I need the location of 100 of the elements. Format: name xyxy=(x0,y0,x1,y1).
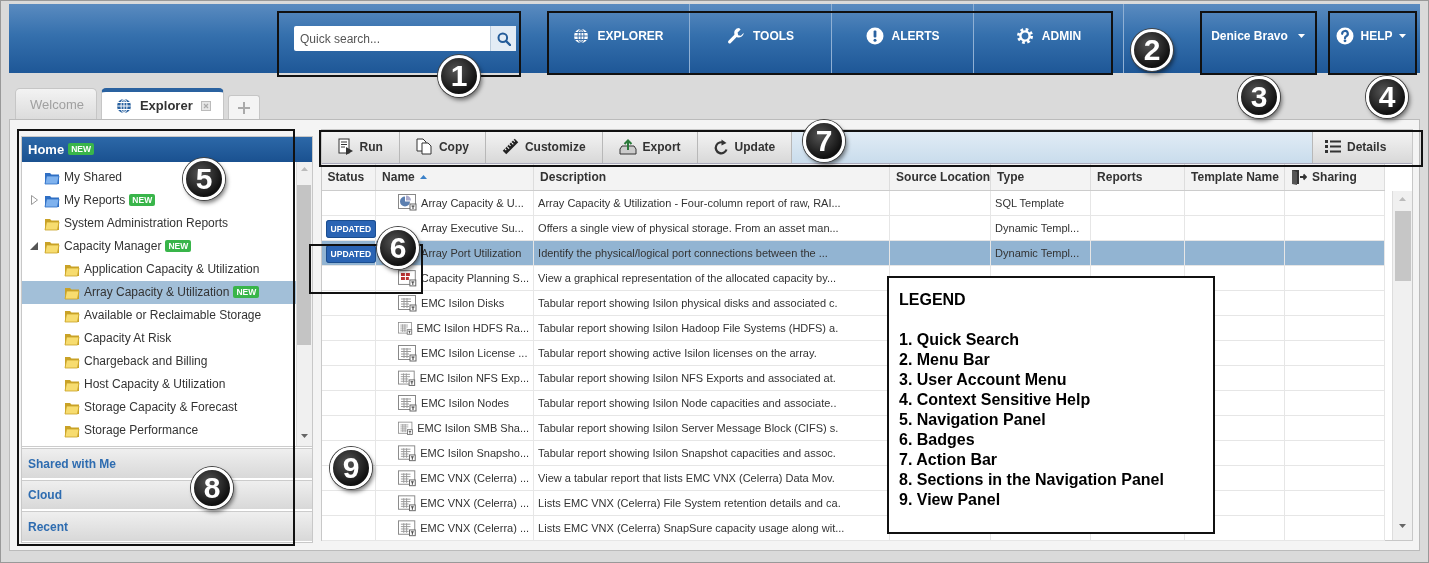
callout-number: 4 xyxy=(1366,76,1408,118)
table-icon xyxy=(398,319,413,337)
new-badge: NEW xyxy=(68,143,94,156)
table-cell: Tabular report showing Isilon Node capacities and associate.. xyxy=(538,397,837,409)
report-name: EMC Isilon Disks xyxy=(421,297,505,309)
user-menu[interactable]: Denice Bravo xyxy=(1200,4,1316,73)
updated-badge: UPDATED xyxy=(325,220,377,238)
report-name: EMC Isilon Nodes xyxy=(421,397,510,409)
toolbar-button[interactable]: Update xyxy=(697,130,793,163)
home-header[interactable]: Home NEW xyxy=(22,137,312,162)
table-cell: Tabular report showing active Isilon licenses on the array. xyxy=(538,347,817,359)
table-icon xyxy=(398,469,417,487)
search-button[interactable] xyxy=(490,26,516,51)
table-cell: Tabular report showing Isilon NFS Exports and associated at. xyxy=(538,372,836,384)
scrollbar[interactable] xyxy=(1392,190,1412,540)
report-name: EMC VNX (Celerra) ... xyxy=(420,472,530,484)
door-arrow-icon xyxy=(1291,168,1308,185)
tree-item[interactable]: My Reports NEW xyxy=(22,188,156,212)
scroll-up-icon[interactable] xyxy=(1399,196,1406,201)
report-name: EMC Isilon NFS Exp... xyxy=(419,372,530,384)
column-header[interactable]: Status xyxy=(321,164,376,190)
section-header[interactable]: Shared with Me xyxy=(22,448,312,478)
plus-icon xyxy=(236,100,251,115)
table-icon xyxy=(398,519,417,537)
column-header[interactable]: Type xyxy=(990,164,1091,190)
scroll-down-icon[interactable] xyxy=(1399,524,1406,528)
table-icon xyxy=(398,369,416,387)
collapse-arrow-icon[interactable] xyxy=(30,242,38,251)
details-button[interactable]: Details xyxy=(1312,130,1412,163)
column-header[interactable]: Template Name xyxy=(1184,164,1285,190)
table-icon xyxy=(398,419,414,437)
table-cell: Tabular report showing Isilon Server Message Block (CIFS) s. xyxy=(538,422,839,434)
add-tab-button[interactable] xyxy=(227,95,260,119)
report-name: EMC Isilon HDFS Ra... xyxy=(416,322,530,334)
alert-icon xyxy=(865,26,884,45)
table-cell: Lists EMC VNX (Celerra) File System retention details and ca. xyxy=(538,497,841,509)
table-cell: Dynamic Templ... xyxy=(995,222,1080,234)
search-icon xyxy=(496,31,511,46)
tab[interactable]: Explorer xyxy=(100,88,224,119)
tree-item[interactable]: Chargeback and Billing xyxy=(22,349,208,373)
table-icon xyxy=(398,294,418,312)
globe-icon xyxy=(115,97,132,114)
expand-arrow-icon[interactable] xyxy=(30,195,38,206)
copy-icon xyxy=(415,138,433,155)
toolbar-button[interactable]: Copy xyxy=(399,130,486,163)
legend-title: LEGEND xyxy=(899,290,967,310)
toolbar-button[interactable]: Export xyxy=(602,130,698,163)
report-name: Array Executive Su... xyxy=(421,222,524,234)
table-row[interactable]: Array Capacity & U... Array Capacity & Utilization - Four-column report of raw, RAI... SQL Template xyxy=(321,190,1385,216)
scroll-down-icon[interactable] xyxy=(300,434,308,439)
report-name: EMC Isilon License ... xyxy=(421,347,528,359)
globe-icon xyxy=(573,27,590,44)
tree-item[interactable]: Storage Capacity & Forecast xyxy=(22,395,238,419)
legend-item: 3. User Account Menu xyxy=(899,370,1068,390)
tree-item[interactable]: Application Capacity & Utilization xyxy=(22,257,260,281)
close-icon[interactable] xyxy=(200,100,211,111)
home-title: Home xyxy=(28,141,65,157)
section-header[interactable]: Recent xyxy=(22,511,312,541)
scroll-up-icon[interactable] xyxy=(300,166,308,171)
wrench-icon xyxy=(726,26,745,45)
table-cell: Dynamic Templ... xyxy=(995,247,1080,259)
legend-item: 8. Sections in the Navigation Panel xyxy=(899,470,1165,490)
report-name: EMC VNX (Celerra) ... xyxy=(420,497,530,509)
table-cell: Offers a single view of physical storage. From an asset man... xyxy=(538,222,839,234)
report-name: EMC VNX (Celerra) ... xyxy=(420,522,530,534)
table-cell: View a graphical representation of the allocated capacity by... xyxy=(538,272,837,284)
scrollbar[interactable] xyxy=(295,161,312,447)
toolbar-button[interactable]: Customize xyxy=(485,130,603,163)
gear-icon xyxy=(1015,26,1034,45)
column-header[interactable]: Sharing xyxy=(1284,164,1385,190)
report-name: EMC Isilon Snapsho... xyxy=(420,447,530,459)
tree-item[interactable]: Storage Performance xyxy=(22,418,199,442)
table-cell: Identify the physical/logical port connections between the ... xyxy=(538,247,828,259)
caret-icon xyxy=(1297,33,1305,38)
table-cell: SQL Template xyxy=(995,196,1065,209)
table-cell: Array Capacity & Utilization - Four-column report of raw, RAI... xyxy=(538,196,841,209)
legend-item: 4. Context Sensitive Help xyxy=(899,390,1092,410)
refresh-icon xyxy=(713,138,729,155)
column-header[interactable]: Reports xyxy=(1090,164,1185,190)
tree-item[interactable]: Host Capacity & Utilization xyxy=(22,372,226,396)
scrollbar-thumb[interactable] xyxy=(1394,210,1411,281)
toolbar-button[interactable]: Run xyxy=(321,130,400,163)
list-icon xyxy=(1325,139,1341,154)
tree-item[interactable]: Capacity At Risk xyxy=(22,326,172,350)
table-icon xyxy=(398,444,417,462)
column-header[interactable]: Description xyxy=(533,164,890,190)
report-name: Array Capacity & U... xyxy=(421,196,524,209)
tree-item[interactable]: Available or Reclaimable Storage xyxy=(22,303,262,327)
tree-item[interactable]: System Administration Reports xyxy=(22,211,229,235)
tree-item[interactable]: Array Capacity & Utilization NEW xyxy=(22,280,296,304)
column-header[interactable]: Name xyxy=(375,164,534,190)
report-name: EMC Isilon SMB Sha... xyxy=(417,422,530,434)
export-icon xyxy=(618,138,637,155)
column-header[interactable]: Source Location xyxy=(889,164,991,190)
pie-chart-icon xyxy=(398,194,418,212)
scrollbar-thumb[interactable] xyxy=(297,184,312,345)
callout-number: 3 xyxy=(1238,76,1280,118)
tree-item[interactable]: My Shared xyxy=(22,165,123,189)
table-icon xyxy=(398,494,417,512)
tree-item[interactable]: Capacity Manager NEW xyxy=(22,234,192,258)
